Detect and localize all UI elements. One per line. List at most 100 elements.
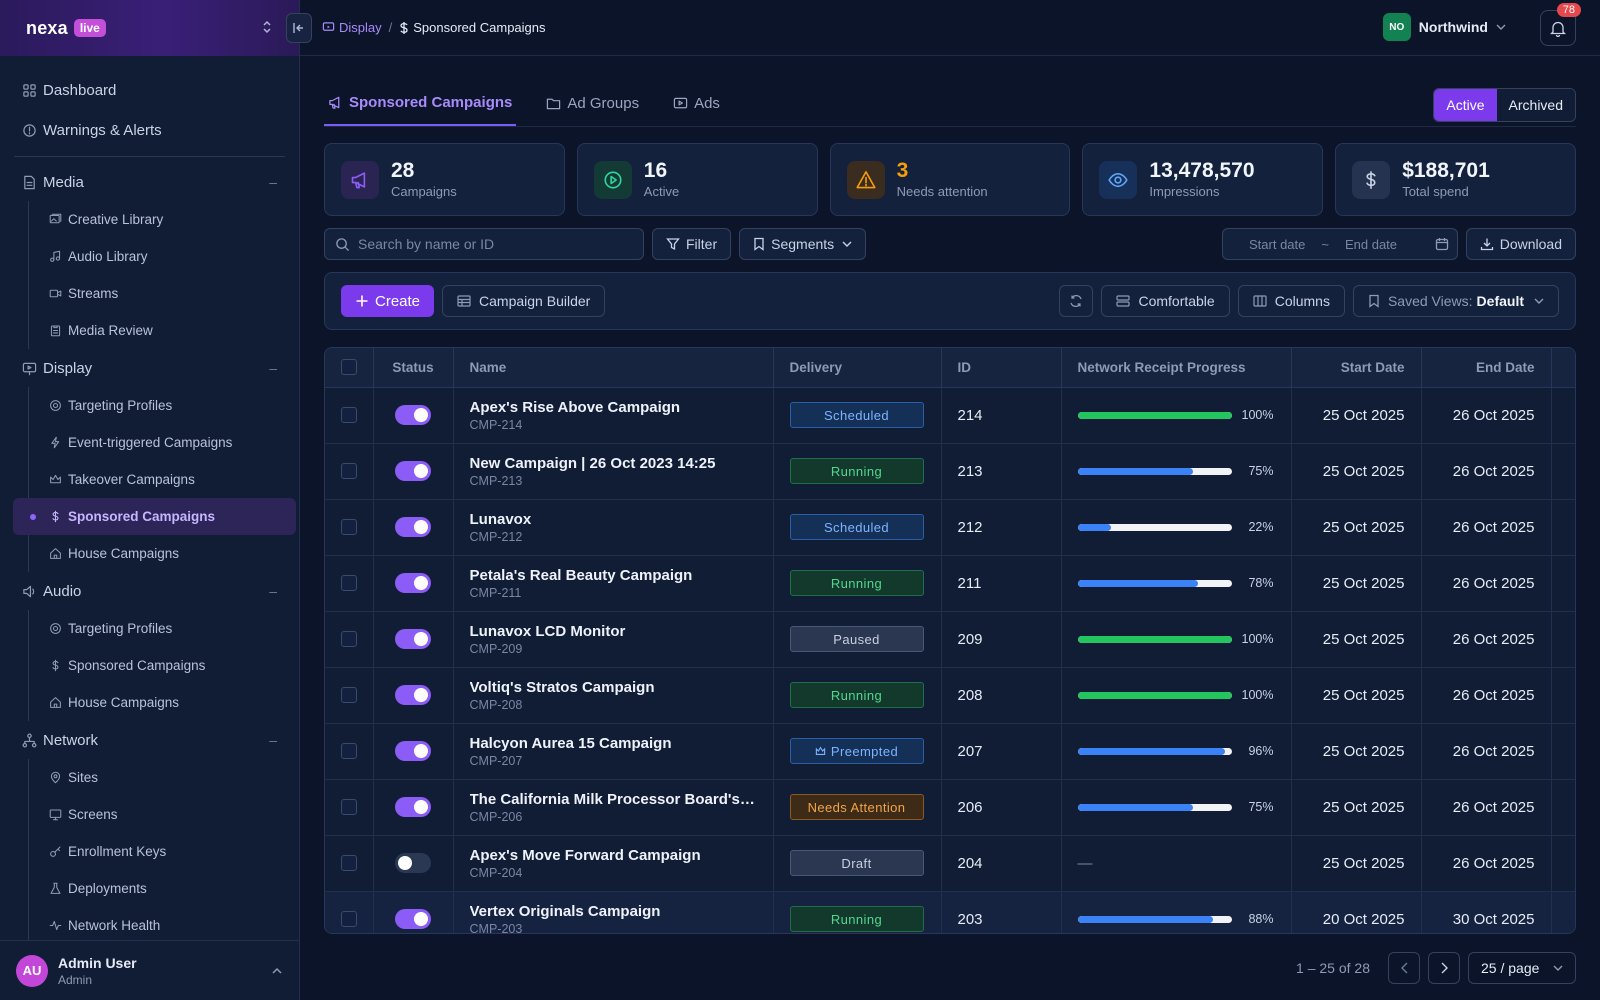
sidebar-item-media-creative-library[interactable]: Creative Library	[29, 201, 287, 238]
row-checkbox[interactable]	[341, 575, 357, 591]
sidebar-group-display[interactable]: Display –	[12, 349, 287, 387]
sidebar-item-audio-sponsored-campaigns[interactable]: Sponsored Campaigns	[29, 647, 287, 684]
sidebar-item-warnings-alerts[interactable]: Warnings & Alerts	[12, 110, 287, 150]
end-date-input[interactable]: End date	[1345, 237, 1397, 252]
campaign-name[interactable]: New Campaign | 26 Oct 2023 14:25	[470, 455, 757, 472]
refresh-button[interactable]	[1059, 285, 1094, 317]
campaign-name[interactable]: Petala's Real Beauty Campaign	[470, 567, 757, 584]
delivery-header[interactable]: Delivery	[773, 348, 942, 388]
sidebar-item-media-streams[interactable]: Streams	[29, 275, 287, 312]
row-checkbox[interactable]	[341, 743, 357, 759]
status-toggle[interactable]	[395, 461, 431, 481]
row-checkbox[interactable]	[341, 687, 357, 703]
row-checkbox[interactable]	[341, 799, 357, 815]
status-toggle[interactable]	[395, 573, 431, 593]
status-toggle[interactable]	[395, 517, 431, 537]
sidebar-item-audio-house-campaigns[interactable]: House Campaigns	[29, 684, 287, 721]
sidebar-group-audio[interactable]: Audio –	[12, 572, 287, 610]
next-page-button[interactable]	[1428, 952, 1460, 984]
sidebar-item-display-takeover-campaigns[interactable]: Takeover Campaigns	[29, 461, 287, 498]
collapse-group-icon[interactable]: –	[269, 732, 277, 748]
density-button[interactable]: Comfortable	[1101, 285, 1230, 317]
table-row[interactable]: Lunavox CMP-212 Scheduled 212 22% 25 Oct 2025…	[325, 499, 1575, 556]
filter-button[interactable]: Filter	[652, 228, 732, 260]
collapse-group-icon[interactable]: –	[269, 583, 277, 599]
collapse-group-icon[interactable]: –	[269, 360, 277, 376]
row-checkbox[interactable]	[341, 407, 357, 423]
campaign-name[interactable]: Lunavox	[470, 511, 757, 528]
sidebar-item-media-audio-library[interactable]: Audio Library	[29, 238, 287, 275]
collapse-group-icon[interactable]: –	[269, 174, 277, 190]
archived-filter-button[interactable]: Archived	[1496, 89, 1575, 121]
start-date-input[interactable]: Start date	[1249, 237, 1305, 252]
campaign-name[interactable]: Vertex Originals Campaign	[470, 903, 757, 920]
workspace-switcher-icon[interactable]	[261, 19, 273, 35]
table-row[interactable]: Petala's Real Beauty Campaign CMP-211 Runn…	[325, 555, 1575, 612]
sidebar-item-media-media-review[interactable]: Media Review	[29, 312, 287, 349]
chevron-up-icon[interactable]	[271, 967, 283, 975]
campaign-name[interactable]: The California Milk Processor Board's Pu…	[470, 791, 757, 808]
sidebar-item-dashboard[interactable]: Dashboard	[12, 70, 287, 110]
status-toggle[interactable]	[395, 629, 431, 649]
date-range-picker[interactable]: Start date ~ End date	[1222, 228, 1458, 260]
campaign-name[interactable]: Voltiq's Stratos Campaign	[470, 679, 757, 696]
sidebar-group-media[interactable]: Media –	[12, 163, 287, 201]
row-checkbox[interactable]	[341, 463, 357, 479]
sidebar-item-network-network-health[interactable]: Network Health	[29, 907, 287, 944]
org-switcher[interactable]: NO Northwind	[1382, 13, 1506, 41]
campaign-name[interactable]: Halcyon Aurea 15 Campaign	[470, 735, 757, 752]
columns-button[interactable]: Columns	[1237, 285, 1345, 317]
campaign-name[interactable]: Apex's Move Forward Campaign	[470, 847, 757, 864]
select-all-checkbox[interactable]	[341, 359, 357, 376]
collapse-sidebar-button[interactable]	[286, 12, 312, 43]
user-menu[interactable]: AU Admin User Admin	[0, 940, 299, 1000]
saved-views-dropdown[interactable]: Saved Views: Default	[1352, 285, 1559, 317]
status-toggle[interactable]	[395, 797, 431, 817]
sidebar-item-display-house-campaigns[interactable]: House Campaigns	[29, 535, 287, 572]
status-toggle[interactable]	[395, 909, 431, 929]
row-checkbox[interactable]	[341, 911, 357, 927]
row-checkbox[interactable]	[341, 855, 357, 871]
row-checkbox[interactable]	[341, 519, 357, 535]
tab-sponsored-campaigns[interactable]: Sponsored Campaigns	[324, 80, 517, 126]
status-header[interactable]: Status	[373, 348, 454, 388]
campaign-name[interactable]: Apex's Rise Above Campaign	[470, 399, 757, 416]
sidebar-item-network-sites[interactable]: Sites	[29, 759, 287, 796]
table-row[interactable]: Vertex Originals Campaign CMP-203 Running 2…	[325, 891, 1575, 933]
download-button[interactable]: Download	[1465, 228, 1576, 260]
status-toggle[interactable]	[395, 685, 431, 705]
segments-dropdown[interactable]: Segments	[739, 228, 867, 260]
sidebar-item-network-deployments[interactable]: Deployments	[29, 870, 287, 907]
id-header[interactable]: ID	[941, 348, 1062, 388]
page-size-select[interactable]: 25 / page	[1468, 952, 1576, 984]
search-input[interactable]	[358, 236, 628, 252]
table-row[interactable]: Apex's Move Forward Campaign CMP-204 Draft…	[325, 835, 1575, 892]
sidebar-item-audio-targeting-profiles[interactable]: Targeting Profiles	[29, 610, 287, 647]
prev-page-button[interactable]	[1388, 952, 1420, 984]
create-button[interactable]: Create	[341, 285, 435, 317]
status-toggle[interactable]	[395, 741, 431, 761]
tab-ad-groups[interactable]: Ad Groups	[542, 80, 643, 126]
sidebar-item-network-enrollment-keys[interactable]: Enrollment Keys	[29, 833, 287, 870]
campaign-builder-button[interactable]: Campaign Builder	[442, 285, 606, 317]
table-row[interactable]: Halcyon Aurea 15 Campaign CMP-207 Preempte…	[325, 723, 1575, 780]
sidebar-item-display-sponsored-campaigns[interactable]: Sponsored Campaigns	[13, 498, 296, 535]
table-row[interactable]: Apex's Rise Above Campaign CMP-214 Schedul…	[325, 387, 1575, 444]
end-date-header[interactable]: End Date	[1421, 348, 1552, 388]
name-header[interactable]: Name	[453, 348, 774, 388]
breadcrumb-display-link[interactable]: Display	[322, 20, 382, 35]
row-checkbox[interactable]	[341, 631, 357, 647]
active-filter-button[interactable]: Active	[1434, 89, 1497, 121]
status-toggle[interactable]	[395, 853, 431, 873]
status-toggle[interactable]	[395, 405, 431, 425]
sidebar-item-display-event-triggered-campaigns[interactable]: Event-triggered Campaigns	[29, 424, 287, 461]
campaign-name[interactable]: Lunavox LCD Monitor	[470, 623, 757, 640]
tab-ads[interactable]: Ads	[669, 80, 724, 126]
notifications-button[interactable]: 78	[1540, 3, 1581, 46]
table-row[interactable]: The California Milk Processor Board's Pu…	[325, 779, 1575, 836]
table-row[interactable]: Lunavox LCD Monitor CMP-209 Paused 209 100% 2…	[325, 611, 1575, 668]
progress-header[interactable]: Network Receipt Progress	[1061, 348, 1292, 388]
sidebar-item-network-screens[interactable]: Screens	[29, 796, 287, 833]
table-row[interactable]: New Campaign | 26 Oct 2023 14:25 CMP-213 R…	[325, 443, 1575, 500]
start-date-header[interactable]: Start Date	[1291, 348, 1422, 388]
